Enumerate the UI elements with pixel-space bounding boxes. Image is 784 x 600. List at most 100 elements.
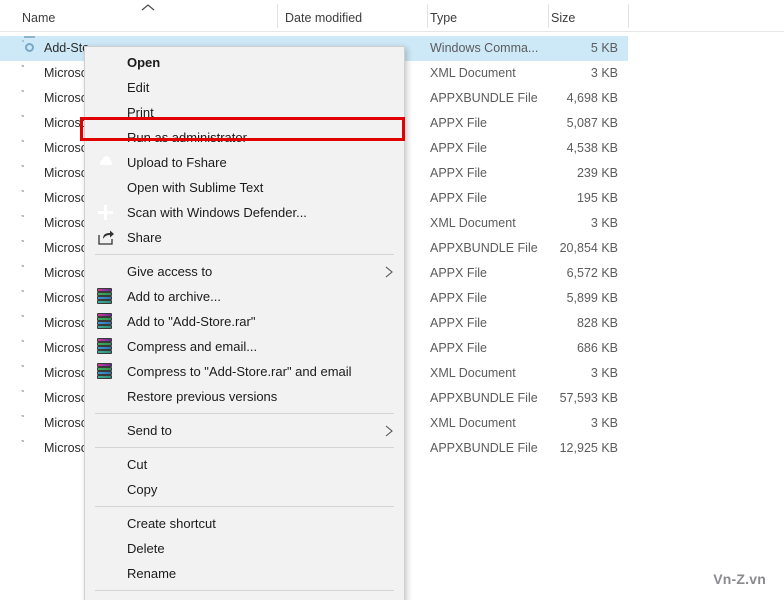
menu-item-label: Open xyxy=(127,55,161,70)
menu-item-label: Share xyxy=(127,230,162,245)
menu-item-upload-to-fshare[interactable]: Upload to Fshare xyxy=(85,150,404,175)
file-size: 20,854 KB xyxy=(559,241,618,255)
menu-item-label: Rename xyxy=(127,566,177,581)
file-type: Windows Comma... xyxy=(430,41,539,55)
winrar-icon xyxy=(97,312,115,331)
cmd-script-icon xyxy=(22,36,37,58)
document-icon xyxy=(21,115,37,133)
file-size: 5,899 KB xyxy=(566,291,618,305)
menu-item-give-access-to[interactable]: Give access to xyxy=(85,259,404,284)
file-size: 3 KB xyxy=(590,366,618,380)
menu-item-label: Print xyxy=(127,105,154,120)
menu-item-cut[interactable]: Cut xyxy=(85,452,404,477)
menu-item-label: Run as administrator xyxy=(127,130,247,145)
menu-item-label: Send to xyxy=(127,423,172,438)
winrar-icon xyxy=(97,362,115,381)
file-type: APPXBUNDLE File xyxy=(430,91,538,105)
menu-item-label: Compress to "Add-Store.rar" and email xyxy=(127,364,352,379)
sort-ascending-icon xyxy=(141,4,155,11)
menu-item-restore-previous-versions[interactable]: Restore previous versions xyxy=(85,384,404,409)
document-icon xyxy=(21,190,37,208)
file-size: 4,538 KB xyxy=(566,141,618,155)
menu-separator xyxy=(95,590,394,591)
file-type: XML Document xyxy=(430,366,516,380)
file-size: 686 KB xyxy=(576,341,618,355)
column-header-name[interactable]: Name xyxy=(22,11,55,25)
file-size: 3 KB xyxy=(590,416,618,430)
document-icon xyxy=(21,215,37,233)
menu-item-label: Create shortcut xyxy=(127,516,216,531)
menu-item-print[interactable]: Print xyxy=(85,100,404,125)
menu-item-properties[interactable]: Properties xyxy=(85,595,404,600)
file-type: APPXBUNDLE File xyxy=(430,441,538,455)
chevron-right-icon xyxy=(385,425,393,436)
menu-item-open[interactable]: Open xyxy=(85,50,404,75)
menu-separator xyxy=(95,413,394,414)
file-type: APPXBUNDLE File xyxy=(430,241,538,255)
file-name: Add-Sto xyxy=(44,41,90,55)
menu-item-label: Restore previous versions xyxy=(127,389,278,404)
file-size: 57,593 KB xyxy=(559,391,618,405)
file-type: APPX File xyxy=(430,291,487,305)
menu-item-label: Add to archive... xyxy=(127,289,221,304)
file-type: APPX File xyxy=(430,341,487,355)
menu-item-copy[interactable]: Copy xyxy=(85,477,404,502)
column-divider[interactable] xyxy=(548,4,549,28)
menu-item-label: Copy xyxy=(127,482,158,497)
menu-item-add-to-add-storerar[interactable]: Add to "Add-Store.rar" xyxy=(85,309,404,334)
file-size: 239 KB xyxy=(576,166,618,180)
menu-item-label: Upload to Fshare xyxy=(127,155,227,170)
shield-icon xyxy=(97,129,115,147)
file-type: APPX File xyxy=(430,116,487,130)
share-icon xyxy=(97,229,115,247)
file-type: APPX File xyxy=(430,191,487,205)
file-size: 3 KB xyxy=(590,216,618,230)
menu-item-rename[interactable]: Rename xyxy=(85,561,404,586)
column-header-type[interactable]: Type xyxy=(430,11,457,25)
document-icon xyxy=(21,140,37,158)
column-header-date-modified[interactable]: Date modified xyxy=(285,11,362,25)
document-icon xyxy=(21,165,37,183)
file-size: 12,925 KB xyxy=(559,441,618,455)
file-type: APPX File xyxy=(430,316,487,330)
document-icon xyxy=(21,440,37,458)
column-divider[interactable] xyxy=(277,4,278,28)
menu-item-label: Edit xyxy=(127,80,150,95)
menu-item-label: Cut xyxy=(127,457,148,472)
document-icon xyxy=(21,65,37,83)
menu-item-label: Compress and email... xyxy=(127,339,258,354)
menu-item-open-with-sublime-text[interactable]: Open with Sublime Text xyxy=(85,175,404,200)
menu-item-add-to-archive[interactable]: Add to archive... xyxy=(85,284,404,309)
file-type: APPX File xyxy=(430,266,487,280)
menu-item-share[interactable]: Share xyxy=(85,225,404,250)
winrar-icon xyxy=(97,287,115,306)
menu-item-edit[interactable]: Edit xyxy=(85,75,404,100)
file-size: 195 KB xyxy=(576,191,618,205)
menu-item-label: Add to "Add-Store.rar" xyxy=(127,314,256,329)
winrar-icon xyxy=(97,337,115,356)
document-icon xyxy=(21,315,37,333)
menu-item-compress-to-add-storerar-and-email[interactable]: Compress to "Add-Store.rar" and email xyxy=(85,359,404,384)
file-type: XML Document xyxy=(430,216,516,230)
document-icon xyxy=(21,390,37,408)
file-type: XML Document xyxy=(430,416,516,430)
menu-item-send-to[interactable]: Send to xyxy=(85,418,404,443)
file-size: 5,087 KB xyxy=(566,116,618,130)
context-menu: Open Edit Print Run as administrator Upload … xyxy=(84,46,405,600)
menu-item-label: Delete xyxy=(127,541,165,556)
menu-separator xyxy=(95,447,394,448)
menu-item-compress-and-email[interactable]: Compress and email... xyxy=(85,334,404,359)
defender-icon xyxy=(97,204,115,222)
file-size: 3 KB xyxy=(590,66,618,80)
column-header-size[interactable]: Size xyxy=(551,11,575,25)
menu-item-create-shortcut[interactable]: Create shortcut xyxy=(85,511,404,536)
column-divider[interactable] xyxy=(628,4,629,28)
menu-item-label: Open with Sublime Text xyxy=(127,180,264,195)
file-type: APPX File xyxy=(430,166,487,180)
document-icon xyxy=(21,290,37,308)
menu-item-run-as-administrator[interactable]: Run as administrator xyxy=(85,125,404,150)
menu-item-delete[interactable]: Delete xyxy=(85,536,404,561)
menu-item-scan-with-windows-defender[interactable]: Scan with Windows Defender... xyxy=(85,200,404,225)
column-divider[interactable] xyxy=(427,4,428,28)
document-icon xyxy=(21,365,37,383)
